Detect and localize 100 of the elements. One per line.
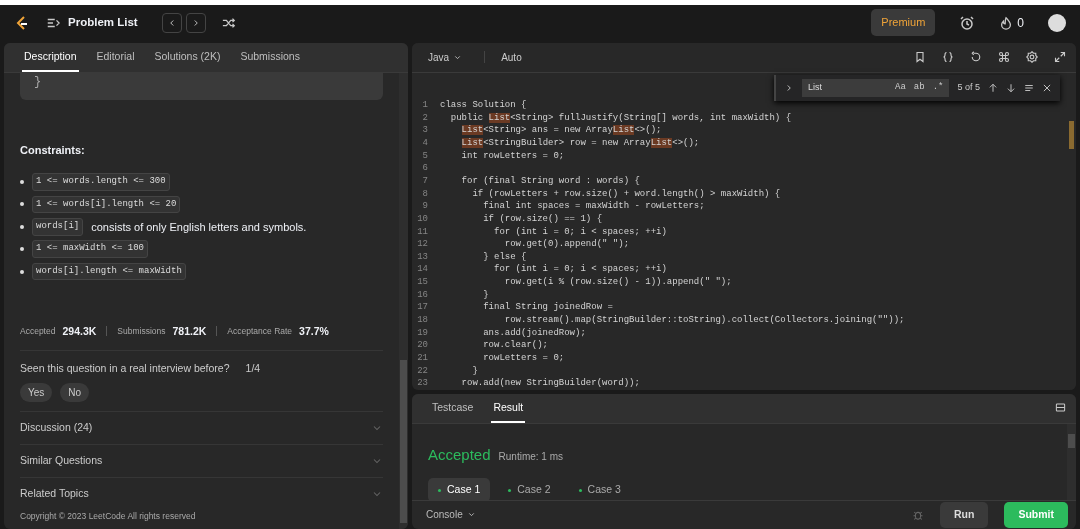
line-number: 5 <box>421 149 429 163</box>
stat-value: 781.2K <box>172 323 207 339</box>
code-line: } <box>471 364 478 378</box>
language-dropdown[interactable]: Java <box>422 48 469 66</box>
accordion-row[interactable]: Related Topics <box>20 477 383 511</box>
answer-button[interactable]: No <box>60 382 90 402</box>
accordion-row[interactable]: Discussion (24) <box>20 410 383 444</box>
reset-icon[interactable] <box>970 51 982 64</box>
streak-count: 0 <box>1017 14 1024 32</box>
line-number: 15 <box>416 276 429 289</box>
settings-icon[interactable] <box>1026 51 1038 64</box>
line-number: 10 <box>416 212 429 226</box>
premium-button[interactable]: Premium <box>871 9 936 36</box>
stat-value: 37.7% <box>299 323 329 339</box>
option-toggle[interactable]: .* <box>932 81 944 95</box>
close-icon[interactable] <box>1042 82 1052 93</box>
code-line: final String joinedRow = <box>482 301 613 315</box>
code-line: } else { <box>482 250 527 264</box>
flame-icon[interactable] <box>999 15 1014 30</box>
tab[interactable]: Editorial <box>86 43 145 72</box>
answer-button[interactable]: Yes <box>20 382 53 402</box>
code-text: } <box>34 75 42 89</box>
arrow-up-icon[interactable] <box>988 82 998 93</box>
line-number: 1 <box>421 98 429 112</box>
line-number: 14 <box>416 263 429 277</box>
line-number: 2 <box>421 111 429 125</box>
arrow-down-icon[interactable] <box>1006 82 1016 93</box>
line-number: 16 <box>416 288 429 302</box>
code-line: rowLetters = 0; <box>482 352 565 365</box>
bullet <box>20 179 24 184</box>
option-toggle[interactable]: ab <box>913 81 925 95</box>
question-text: Seen this question in a real interview before? <box>20 361 230 377</box>
bullet <box>20 247 24 252</box>
bullet <box>20 224 24 229</box>
command-icon[interactable] <box>998 51 1010 64</box>
constraint-text: consists of only English letters and symbols. <box>91 219 307 235</box>
interview-count: 1/4 <box>245 361 261 377</box>
match-count: 5 of 5 <box>957 81 980 95</box>
code-line: if (row.size() == 1) { <box>482 212 603 226</box>
code-line: row.add(new StringBuilder(word)); <box>460 377 640 390</box>
bookmark-icon[interactable] <box>914 51 926 64</box>
accordion-row[interactable]: Similar Questions <box>20 444 383 478</box>
search-field[interactable]: List Aa ab .* <box>802 78 950 97</box>
bullet <box>20 202 24 207</box>
stat-label: Accepted <box>20 325 56 338</box>
line-number: 4 <box>421 136 429 150</box>
alarm-clock-icon[interactable] <box>959 14 976 31</box>
layout-icon[interactable] <box>1055 401 1066 413</box>
copyright-text: Copyright © 2023 LeetCode All rights reserved <box>20 510 197 524</box>
line-number: 6 <box>421 162 429 175</box>
code-line: for (final String word : words) { <box>460 174 640 188</box>
tab[interactable]: Solutions (2K) <box>144 43 231 72</box>
line-number: 9 <box>421 200 429 213</box>
line-number: 19 <box>416 326 429 340</box>
code-line: List<String> ans = new ArrayList<>(); <box>460 124 662 137</box>
tab[interactable]: Description <box>14 43 87 72</box>
line-number: 12 <box>416 238 429 251</box>
code-line: row.get(i % (row.size() - 1)).append(" "); <box>503 276 732 289</box>
code-line: final int spaces = maxWidth - rowLetters; <box>482 200 705 213</box>
line-number: 18 <box>416 314 429 327</box>
line-number: 11 <box>416 225 429 239</box>
code-line: row.stream().map(StringBuilder::toString).collect(Collectors.joining("")); <box>503 314 905 327</box>
status-text: Accepted <box>428 444 491 465</box>
runtime-text: Runtime: 1 ms <box>498 449 563 464</box>
line-number: 22 <box>416 364 429 378</box>
case-tab[interactable]: Case 1 <box>428 478 491 500</box>
line-number: 8 <box>421 187 429 201</box>
code-line: int rowLetters = 0; <box>460 149 565 163</box>
inline-code: words[i].length <= maxWidth <box>32 262 186 281</box>
console-button[interactable]: Console <box>420 506 482 524</box>
line-number: 21 <box>416 352 429 365</box>
code-line: if (rowLetters + row.size() + word.length() > maxWidth) { <box>471 187 781 201</box>
line-number: 23 <box>416 377 429 390</box>
stat-label: Submissions <box>117 325 166 338</box>
tab[interactable]: Result <box>483 393 534 423</box>
code-line: ans.add(joinedRow); <box>482 326 586 340</box>
line-number: 7 <box>421 174 429 188</box>
tab[interactable]: Testcase <box>422 393 484 423</box>
option-toggle[interactable]: Aa <box>895 81 906 95</box>
run-button[interactable]: Run <box>940 502 989 528</box>
code-line: row.clear(); <box>482 339 549 353</box>
inline-code: 1 <= words[i].length <= 20 <box>32 195 181 214</box>
case-tab[interactable]: Case 3 <box>568 478 631 500</box>
line-number: 20 <box>416 339 429 353</box>
inline-code: words[i] <box>32 218 84 236</box>
tab[interactable]: Submissions <box>230 43 310 72</box>
lines-icon[interactable] <box>1024 82 1034 93</box>
braces-icon[interactable] <box>942 51 954 64</box>
problem-list-link[interactable]: Problem List <box>68 13 138 32</box>
line-number: 17 <box>416 301 429 315</box>
logo-icon[interactable] <box>14 13 30 32</box>
code-line: List<StringBuilder> row = new ArrayList<>(); <box>460 136 700 150</box>
case-tab[interactable]: Case 2 <box>498 478 561 500</box>
code-line: class Solution { <box>440 98 527 112</box>
avatar[interactable] <box>1048 13 1066 32</box>
expand-icon[interactable] <box>1054 51 1066 64</box>
mode-label: Auto <box>501 50 522 65</box>
code-line: row.get(0).append(" "); <box>503 238 630 251</box>
code-line: public List<String> fullJustify(String[] words, int maxWidth) { <box>449 111 792 125</box>
line-number: 13 <box>416 250 429 264</box>
